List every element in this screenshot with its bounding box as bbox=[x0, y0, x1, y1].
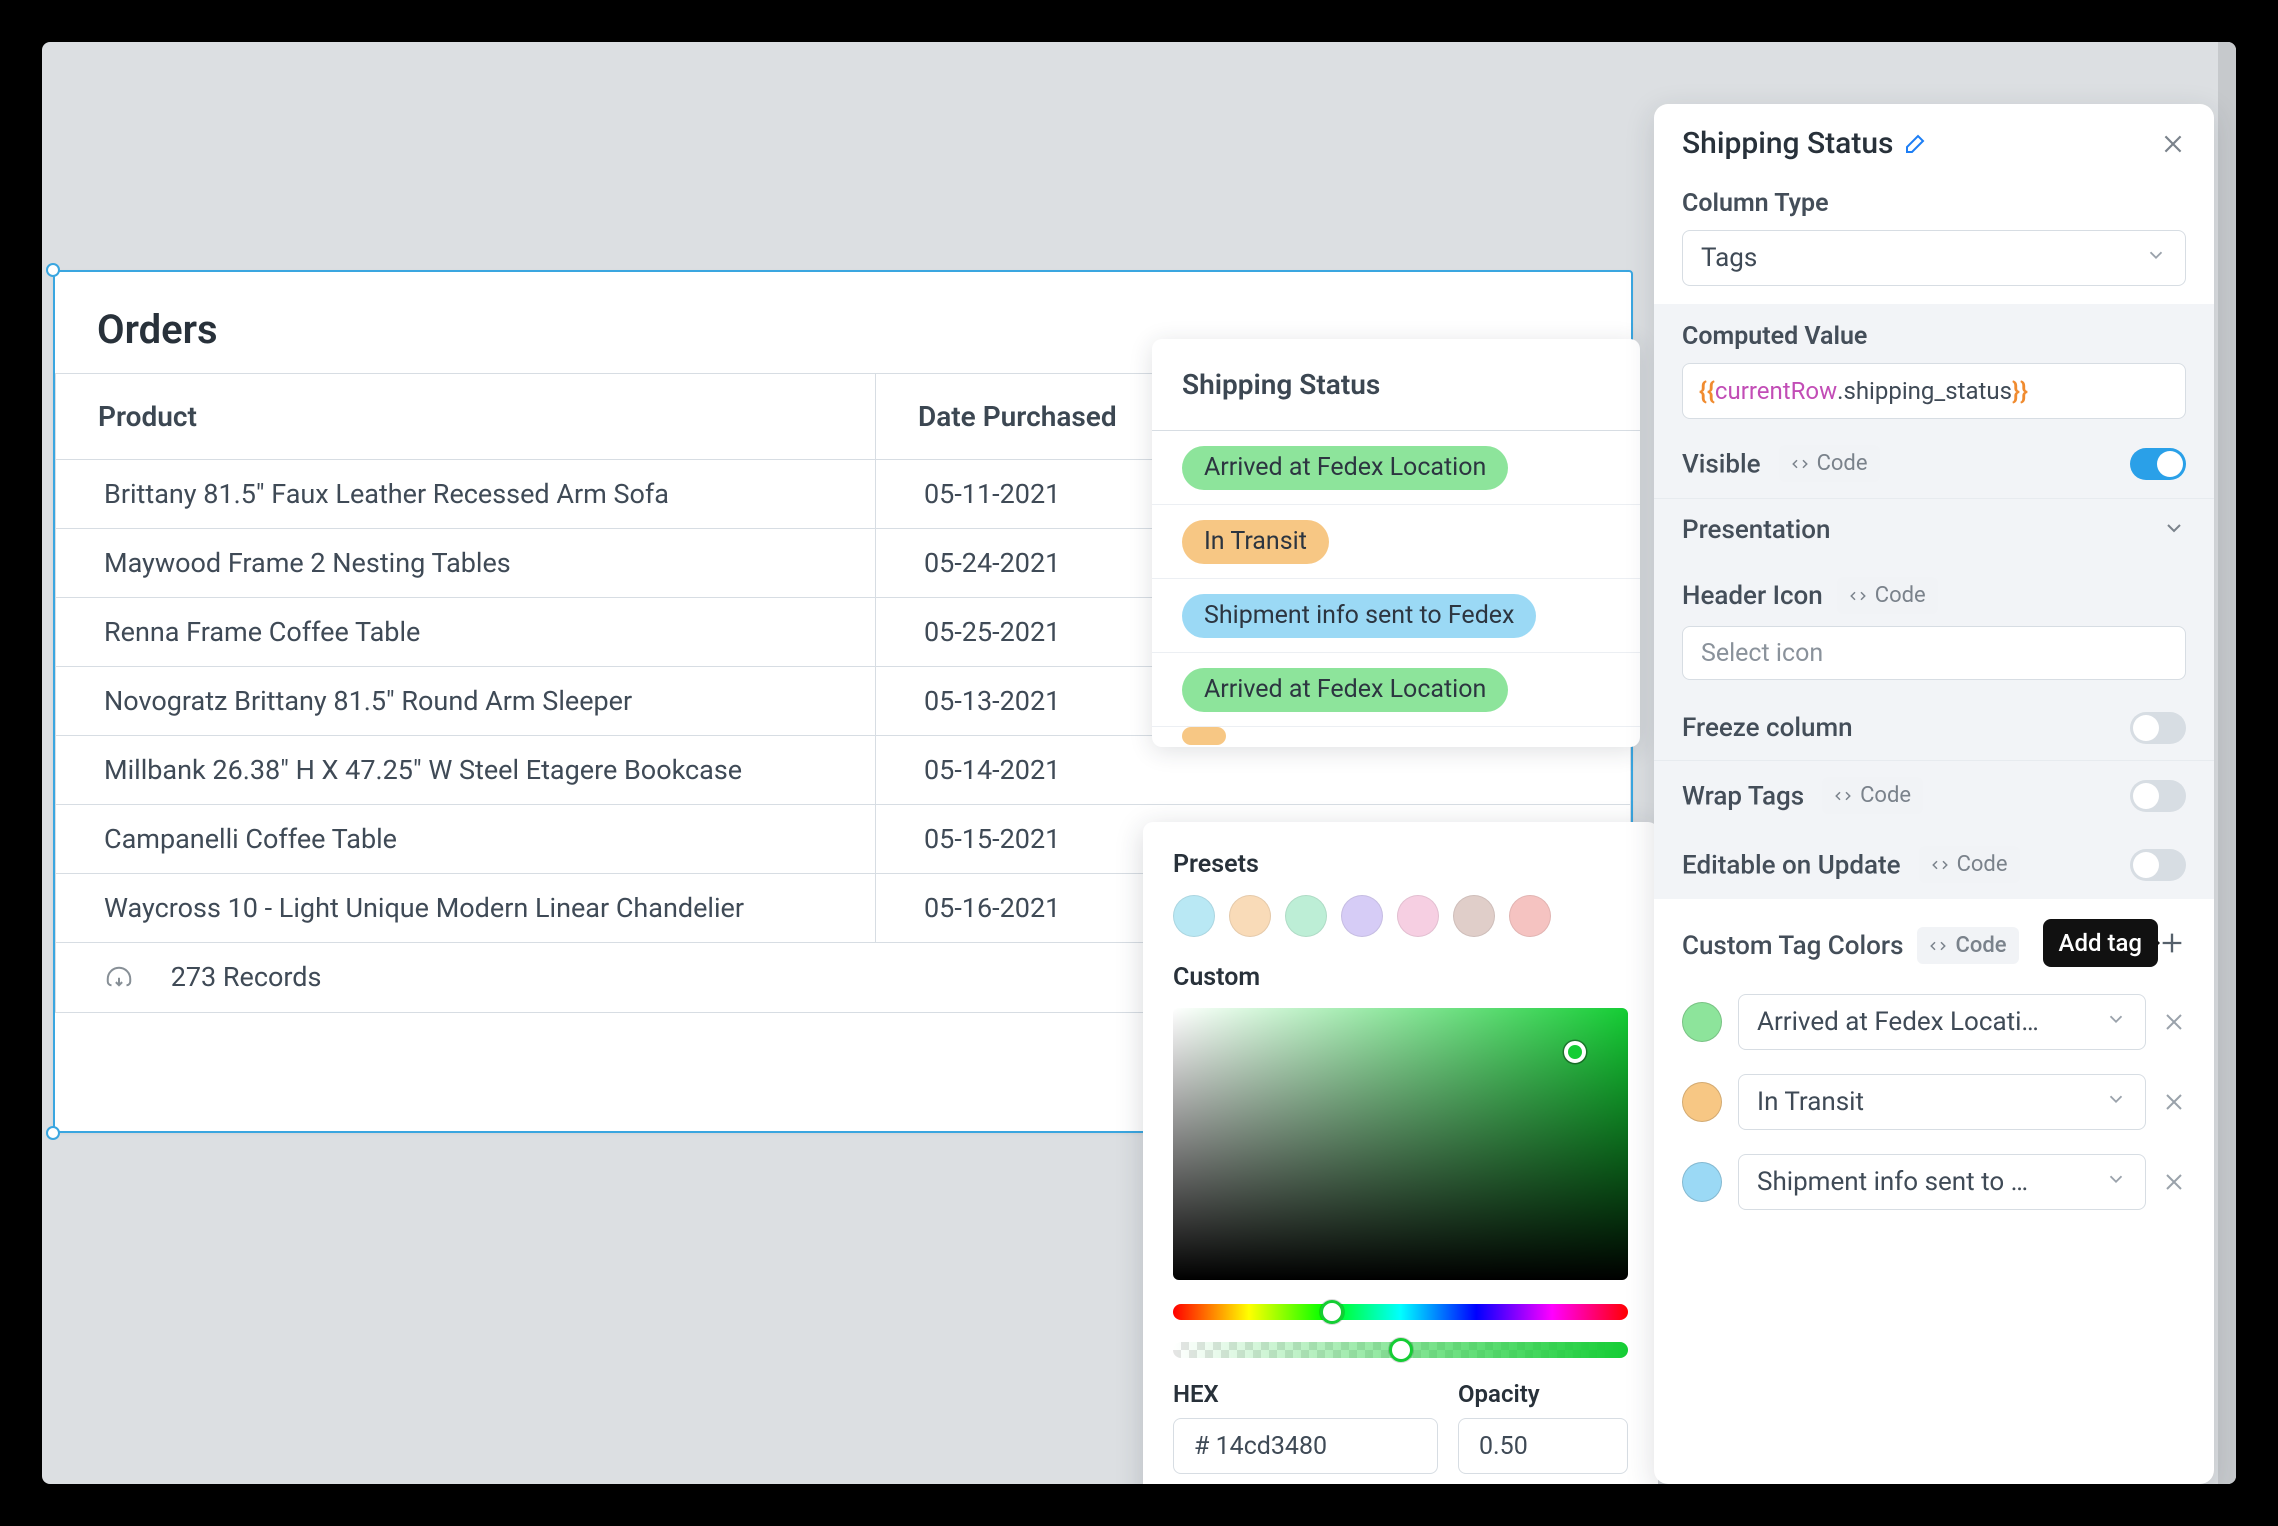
code-chip[interactable]: Code bbox=[1779, 445, 1880, 482]
records-count: 273 Records bbox=[171, 961, 322, 993]
alpha-slider[interactable] bbox=[1173, 1342, 1628, 1358]
header-icon-label: Header Icon bbox=[1682, 581, 1823, 611]
remove-tag-icon[interactable] bbox=[2162, 1010, 2186, 1034]
presets-label: Presets bbox=[1173, 850, 1628, 879]
editable-toggle[interactable] bbox=[2130, 849, 2186, 881]
cell-product: Novogratz Brittany 81.5" Round Arm Sleep… bbox=[56, 667, 876, 736]
chevron-down-icon bbox=[2105, 1007, 2127, 1037]
tag-value-select[interactable]: In Transit bbox=[1738, 1074, 2146, 1130]
tag-color-swatch[interactable] bbox=[1682, 1082, 1722, 1122]
custom-tag-colors-label: Custom Tag Colors bbox=[1682, 931, 1903, 961]
saturation-value-box[interactable] bbox=[1173, 1008, 1628, 1280]
cell-product: Renna Frame Coffee Table bbox=[56, 598, 876, 667]
scrollbar[interactable] bbox=[2218, 42, 2236, 1484]
freeze-column-toggle[interactable] bbox=[2130, 712, 2186, 744]
custom-tag-color-row: Arrived at Fedex Locati… bbox=[1654, 982, 2214, 1062]
wrap-tags-toggle[interactable] bbox=[2130, 780, 2186, 812]
shipping-status-column-preview: Shipping Status Arrived at Fedex Locatio… bbox=[1152, 339, 1640, 747]
column-type-select[interactable]: Tags bbox=[1682, 230, 2186, 286]
shipping-status-cell[interactable]: In Transit bbox=[1152, 505, 1640, 579]
chevron-down-icon[interactable] bbox=[2162, 516, 2186, 544]
status-tag: In Transit bbox=[1182, 520, 1329, 564]
remove-tag-icon[interactable] bbox=[2162, 1090, 2186, 1114]
status-tag: Arrived at Fedex Location bbox=[1182, 446, 1508, 490]
code-chip[interactable]: Code bbox=[1917, 927, 2018, 964]
preset-color[interactable] bbox=[1509, 895, 1551, 937]
code-chip[interactable]: Code bbox=[1822, 777, 1923, 814]
color-picker-panel: Presets Custom HEX Opacity bbox=[1143, 822, 1658, 1484]
tag-value-select[interactable]: Arrived at Fedex Locati… bbox=[1738, 994, 2146, 1050]
remove-tag-icon[interactable] bbox=[2162, 1170, 2186, 1194]
hex-label: HEX bbox=[1173, 1380, 1438, 1408]
presentation-label: Presentation bbox=[1682, 515, 1830, 545]
tag-color-swatch[interactable] bbox=[1682, 1002, 1722, 1042]
selection-handle-bottom-left[interactable] bbox=[46, 1126, 60, 1140]
preset-color[interactable] bbox=[1173, 895, 1215, 937]
sv-cursor[interactable] bbox=[1564, 1041, 1586, 1063]
freeze-column-label: Freeze column bbox=[1682, 713, 1853, 743]
edit-title-icon[interactable] bbox=[1903, 132, 1927, 156]
preset-color-row bbox=[1173, 895, 1628, 937]
col-header-product[interactable]: Product bbox=[56, 374, 876, 460]
shipping-status-cell[interactable]: Shipment info sent to Fedex bbox=[1152, 579, 1640, 653]
preset-color[interactable] bbox=[1285, 895, 1327, 937]
code-chip[interactable]: Code bbox=[1837, 577, 1938, 614]
visible-label: Visible bbox=[1682, 450, 1761, 480]
download-icon[interactable] bbox=[104, 964, 134, 994]
opacity-input[interactable] bbox=[1458, 1418, 1628, 1474]
code-icon bbox=[1931, 856, 1949, 874]
hue-slider[interactable] bbox=[1173, 1304, 1628, 1320]
preset-color[interactable] bbox=[1397, 895, 1439, 937]
visible-toggle[interactable] bbox=[2130, 448, 2186, 480]
custom-label: Custom bbox=[1173, 963, 1628, 992]
shipping-status-header[interactable]: Shipping Status bbox=[1152, 339, 1640, 431]
preset-color[interactable] bbox=[1341, 895, 1383, 937]
add-tag-tooltip: Add tag bbox=[2043, 919, 2158, 967]
cell-product: Campanelli Coffee Table bbox=[56, 805, 876, 874]
computed-value-label: Computed Value bbox=[1682, 322, 2186, 351]
tag-value-select[interactable]: Shipment info sent to … bbox=[1738, 1154, 2146, 1210]
cell-product: Millbank 26.38" H X 47.25" W Steel Etage… bbox=[56, 736, 876, 805]
editable-on-update-label: Editable on Update bbox=[1682, 851, 1901, 881]
panel-title: Shipping Status bbox=[1682, 126, 1893, 161]
header-icon-select[interactable]: Select icon bbox=[1682, 626, 2186, 680]
preset-color[interactable] bbox=[1229, 895, 1271, 937]
shipping-status-cell[interactable]: Arrived at Fedex Location bbox=[1152, 431, 1640, 505]
column-property-panel: Shipping Status Column Type Tags bbox=[1654, 104, 2214, 1484]
tag-value-label: In Transit bbox=[1757, 1087, 1864, 1117]
status-tag bbox=[1182, 727, 1226, 745]
hex-input[interactable] bbox=[1173, 1418, 1438, 1474]
computed-value-input[interactable]: {{ currentRow .shipping_status }} bbox=[1682, 363, 2186, 419]
status-tag: Arrived at Fedex Location bbox=[1182, 668, 1508, 712]
cell-product: Waycross 10 - Light Unique Modern Linear… bbox=[56, 874, 876, 943]
custom-tag-color-row: In Transit bbox=[1654, 1062, 2214, 1142]
hue-thumb[interactable] bbox=[1320, 1300, 1344, 1324]
column-type-label: Column Type bbox=[1682, 189, 2186, 218]
code-icon bbox=[1849, 587, 1867, 605]
chevron-down-icon bbox=[2105, 1167, 2127, 1197]
column-type-value: Tags bbox=[1701, 243, 1757, 273]
wrap-tags-label: Wrap Tags bbox=[1682, 782, 1804, 812]
cell-product: Maywood Frame 2 Nesting Tables bbox=[56, 529, 876, 598]
chevron-down-icon bbox=[2145, 243, 2167, 273]
status-tag: Shipment info sent to Fedex bbox=[1182, 594, 1536, 638]
chevron-down-icon bbox=[2105, 1087, 2127, 1117]
tag-value-label: Shipment info sent to … bbox=[1757, 1167, 2028, 1197]
code-icon bbox=[1791, 455, 1809, 473]
shipping-status-cell[interactable]: Arrived at Fedex Location bbox=[1152, 653, 1640, 727]
tag-value-label: Arrived at Fedex Locati… bbox=[1757, 1007, 2039, 1037]
code-icon bbox=[1929, 937, 1947, 955]
alpha-thumb[interactable] bbox=[1389, 1338, 1413, 1362]
preset-color[interactable] bbox=[1453, 895, 1495, 937]
custom-tag-color-row: Shipment info sent to … bbox=[1654, 1142, 2214, 1222]
header-icon-placeholder: Select icon bbox=[1701, 639, 1823, 668]
code-icon bbox=[1834, 787, 1852, 805]
close-panel-icon[interactable] bbox=[2160, 131, 2186, 157]
opacity-label: Opacity bbox=[1458, 1380, 1628, 1408]
selection-handle-top-left[interactable] bbox=[46, 263, 60, 277]
cell-product: Brittany 81.5" Faux Leather Recessed Arm… bbox=[56, 460, 876, 529]
tag-color-swatch[interactable] bbox=[1682, 1162, 1722, 1202]
code-chip[interactable]: Code bbox=[1919, 846, 2020, 883]
